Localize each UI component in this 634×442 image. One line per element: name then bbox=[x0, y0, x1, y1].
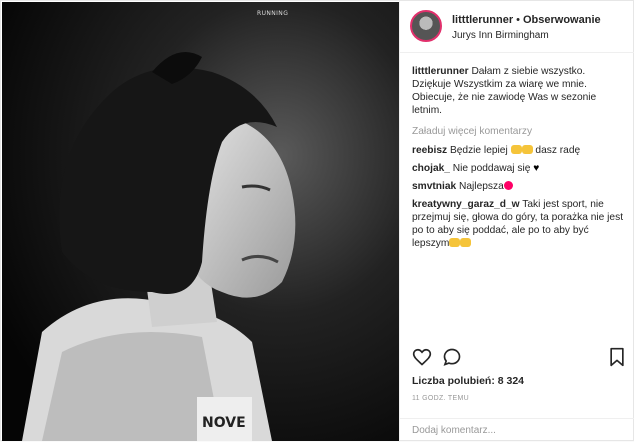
bookmark-icon[interactable] bbox=[608, 347, 626, 367]
muscle-emoji-icon bbox=[449, 238, 461, 247]
comment-bubble-icon[interactable] bbox=[442, 347, 462, 367]
avatar[interactable] bbox=[410, 10, 442, 42]
comment-text: Nie poddawaj się bbox=[452, 163, 531, 174]
comment-username-link[interactable]: kreatywny_garaz_d_w bbox=[412, 199, 520, 210]
comment-text: Najlepsza bbox=[459, 181, 504, 192]
comment-username-link[interactable]: smvtniak bbox=[412, 181, 456, 192]
clapping-hands-emoji-icon bbox=[521, 145, 533, 154]
clapping-hands-emoji-icon bbox=[510, 145, 522, 154]
post-caption: litttlerunner Dałam z siebie wszystko. D… bbox=[412, 65, 624, 117]
caption-username-link[interactable]: litttlerunner bbox=[412, 66, 469, 77]
comment-item: reebisz Będzie lepiej dasz radę bbox=[412, 144, 624, 157]
sparkling-heart-emoji-icon bbox=[503, 181, 513, 190]
add-comment-input[interactable] bbox=[412, 425, 624, 436]
clapping-hands-emoji-icon bbox=[460, 238, 472, 247]
comment-text-after: dasz radę bbox=[535, 145, 581, 156]
header-username-link[interactable]: litttlerunner bbox=[452, 14, 513, 26]
load-more-comments-link[interactable]: Załaduj więcej komentarzy bbox=[412, 125, 624, 138]
black-heart-emoji-icon: ♥ bbox=[533, 163, 540, 174]
post-actions-bar bbox=[412, 347, 626, 369]
post-timestamp[interactable]: 11 GODZ. TEMU bbox=[412, 395, 469, 402]
instagram-post-card: NOVE RUNNING litttlerunner • Obserwowanie … bbox=[0, 0, 634, 442]
comment-username-link[interactable]: reebisz bbox=[412, 145, 447, 156]
photo-illustration: NOVE bbox=[2, 2, 399, 441]
comment-username-link[interactable]: chojak_ bbox=[412, 163, 450, 174]
likes-count[interactable]: Liczba polubień: 8 324 bbox=[412, 375, 524, 387]
post-header: litttlerunner • Obserwowanie Jurys Inn Bir… bbox=[400, 1, 634, 53]
comment-item: chojak_ Nie poddawaj się ♥ bbox=[412, 162, 624, 175]
separator-dot: • bbox=[516, 14, 520, 26]
location-link[interactable]: Jurys Inn Birmingham bbox=[452, 30, 549, 41]
following-button[interactable]: Obserwowanie bbox=[523, 14, 601, 26]
svg-text:NOVE: NOVE bbox=[202, 415, 246, 431]
post-photo[interactable]: NOVE RUNNING bbox=[2, 2, 399, 441]
post-side-panel: litttlerunner • Obserwowanie Jurys Inn Bir… bbox=[399, 1, 634, 442]
comments-section: litttlerunner Dałam z siebie wszystko. D… bbox=[412, 65, 624, 255]
comment-text: Będzie lepiej bbox=[449, 145, 508, 156]
heart-icon[interactable] bbox=[412, 347, 432, 367]
add-comment-bar bbox=[400, 418, 634, 442]
comment-item: kreatywny_garaz_d_w Taki jest sport, nie… bbox=[412, 198, 624, 250]
comment-item: smvtniak Najlepsza bbox=[412, 180, 624, 193]
photo-watermark: RUNNING bbox=[257, 10, 289, 17]
header-line: litttlerunner • Obserwowanie bbox=[452, 14, 601, 26]
